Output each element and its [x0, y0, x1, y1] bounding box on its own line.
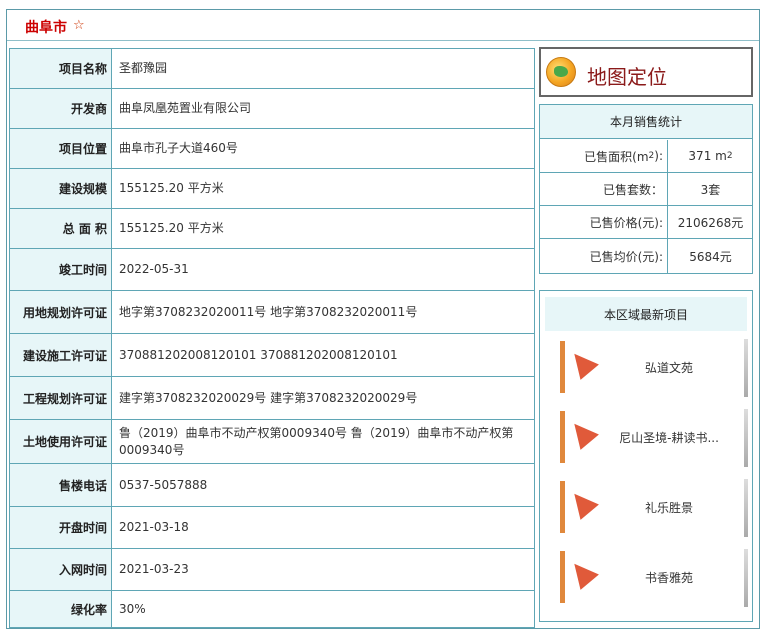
info-value: 155125.20 平方米	[119, 221, 224, 235]
sales-title: 本月销售统计	[540, 105, 752, 139]
info-value: 圣都豫园	[119, 61, 168, 75]
info-row-opening-date: 开盘时间 2021-03-18	[10, 507, 534, 549]
monthly-sales-table: 本月销售统计 已售面积(m 2): 371 m2 已售套数： 3套 已售价格(元)…	[539, 104, 753, 274]
title-bar: 曲阜市 ☆	[7, 10, 759, 41]
sales-value: 2106268元	[677, 215, 744, 230]
info-label: 竣工时间	[10, 249, 112, 290]
cursor-icon	[565, 486, 599, 520]
info-row-completion: 竣工时间 2022-05-31	[10, 249, 534, 291]
sales-row-units: 已售套数： 3套	[540, 173, 752, 206]
info-label: 开盘时间	[10, 507, 112, 548]
page-frame: 曲阜市 ☆ 项目名称 圣都豫园 开发商 曲阜凤凰苑置业有限公司 项目位置 曲阜市…	[6, 9, 760, 629]
info-row-scale: 建设规模 155125.20 平方米	[10, 169, 534, 209]
map-location-button[interactable]: 地图定位	[539, 47, 753, 97]
info-value: 30%	[119, 601, 146, 616]
info-label: 建设规模	[10, 169, 112, 208]
sales-label: 已售价格(元):	[540, 206, 668, 238]
map-location-label: 地图定位	[587, 65, 667, 89]
info-label: 入网时间	[10, 549, 112, 590]
sales-label: 已售均价(元):	[540, 239, 668, 273]
info-value: 2021-03-18	[119, 520, 189, 534]
info-label: 工程规划许可证	[10, 377, 112, 419]
info-row-construction-permit: 建设施工许可证 370881202008120101 3708812020081…	[10, 334, 534, 377]
recent-projects-panel: 本区域最新项目 弘道文苑 尼山圣境-耕读书... 礼乐胜景 书香雅苑	[539, 290, 753, 622]
recent-project-card[interactable]: 尼山圣境-耕读书...	[560, 409, 748, 467]
info-label: 建设施工许可证	[10, 334, 112, 376]
card-accent	[560, 551, 565, 603]
info-value: 370881202008120101 370881202008120101	[119, 347, 398, 362]
card-shadow	[744, 479, 748, 537]
recent-project-name[interactable]: 书香雅苑	[596, 569, 742, 586]
info-row-land-plan-permit: 用地规划许可证 地字第3708232020011号 地字第37082320200…	[10, 291, 534, 334]
sales-label: 已售面积(m 2):	[540, 140, 668, 172]
info-value: 155125.20 平方米	[119, 181, 224, 195]
info-value: 鲁（2019）曲阜市不动产权第0009340号 鲁（2019）曲阜市不动产权第0…	[119, 425, 514, 457]
card-shadow	[744, 409, 748, 467]
city-title: 曲阜市	[25, 20, 67, 36]
recent-project-card[interactable]: 书香雅苑	[560, 549, 748, 607]
recent-project-name[interactable]: 弘道文苑	[596, 359, 742, 376]
info-label: 用地规划许可证	[10, 291, 112, 333]
card-shadow	[744, 549, 748, 607]
info-row-green-rate: 绿化率 30%	[10, 591, 534, 627]
info-value: 曲阜市孔子大道460号	[119, 141, 238, 155]
card-accent	[560, 411, 565, 463]
sales-row-area: 已售面积(m 2): 371 m2	[540, 140, 752, 173]
info-label: 总 面 积	[10, 209, 112, 248]
sales-value: 5684元	[689, 249, 732, 264]
info-label: 开发商	[10, 89, 112, 128]
info-value: 0537-5057888	[119, 477, 208, 492]
info-label: 土地使用许可证	[10, 420, 112, 463]
recent-project-card[interactable]: 弘道文苑	[560, 339, 748, 397]
info-value: 2021-03-23	[119, 562, 189, 576]
card-shadow	[744, 339, 748, 397]
sales-row-price: 已售价格(元): 2106268元	[540, 206, 752, 239]
sales-value: 371 m2	[688, 149, 733, 163]
cursor-icon	[565, 416, 599, 450]
recent-project-name[interactable]: 礼乐胜景	[596, 499, 742, 516]
info-row-name: 项目名称 圣都豫园	[10, 49, 534, 89]
info-label: 项目位置	[10, 129, 112, 168]
info-label: 售楼电话	[10, 464, 112, 506]
star-icon[interactable]: ☆	[73, 18, 85, 33]
info-row-total-area: 总 面 积 155125.20 平方米	[10, 209, 534, 249]
cursor-icon	[565, 556, 599, 590]
info-value: 地字第3708232020011号 地字第3708232020011号	[119, 304, 418, 319]
info-row-land-use-permit: 土地使用许可证 鲁（2019）曲阜市不动产权第0009340号 鲁（2019）曲…	[10, 420, 534, 464]
info-label: 项目名称	[10, 49, 112, 88]
sales-value: 3套	[700, 182, 721, 197]
info-value: 2022-05-31	[119, 262, 189, 276]
globe-icon	[546, 57, 576, 87]
recent-project-name[interactable]: 尼山圣境-耕读书...	[596, 429, 742, 446]
card-accent	[560, 481, 565, 533]
info-value: 建字第3708232020029号 建字第3708232020029号	[119, 390, 418, 405]
info-value: 曲阜凤凰苑置业有限公司	[119, 101, 252, 115]
info-row-online-date: 入网时间 2021-03-23	[10, 549, 534, 591]
recent-projects-title: 本区域最新项目	[545, 297, 747, 331]
card-accent	[560, 341, 565, 393]
cursor-icon	[565, 346, 599, 380]
info-row-location: 项目位置 曲阜市孔子大道460号	[10, 129, 534, 169]
info-row-engineering-permit: 工程规划许可证 建字第3708232020029号 建字第37082320200…	[10, 377, 534, 420]
sales-row-average: 已售均价(元): 5684元	[540, 239, 752, 273]
sales-label: 已售套数：	[540, 173, 668, 205]
info-label: 绿化率	[10, 591, 112, 627]
recent-project-card[interactable]: 礼乐胜景	[560, 479, 748, 537]
info-row-developer: 开发商 曲阜凤凰苑置业有限公司	[10, 89, 534, 129]
project-info-table: 项目名称 圣都豫园 开发商 曲阜凤凰苑置业有限公司 项目位置 曲阜市孔子大道46…	[9, 48, 535, 628]
info-row-sales-phone: 售楼电话 0537-5057888	[10, 464, 534, 507]
